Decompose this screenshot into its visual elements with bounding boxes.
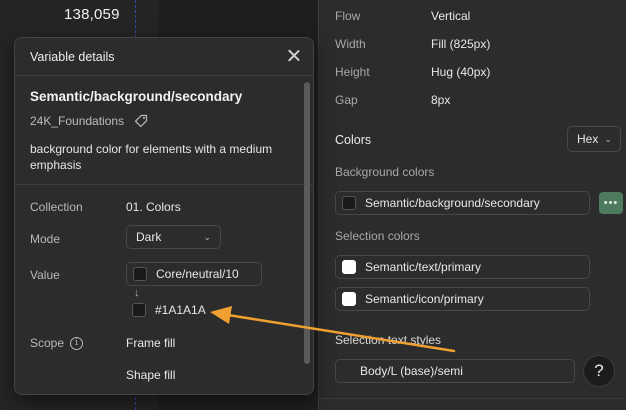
flow-value[interactable]: Vertical bbox=[431, 9, 470, 23]
library-name: 24K_Foundations bbox=[30, 114, 148, 128]
color-format-select[interactable]: Hex ⌄ bbox=[567, 126, 621, 152]
collection-label: Collection bbox=[30, 200, 83, 214]
dialog-header: Variable details bbox=[15, 38, 313, 76]
selection-colors-title: Selection colors bbox=[335, 229, 420, 243]
info-icon[interactable]: i bbox=[70, 336, 84, 350]
alias-value-text: Core/neutral/10 bbox=[156, 267, 239, 281]
selection-color-name: Semantic/text/primary bbox=[365, 260, 482, 274]
dialog-title: Variable details bbox=[30, 50, 115, 64]
design-properties-panel: Flow Vertical Width Fill (825px) Height … bbox=[318, 0, 626, 410]
gap-value[interactable]: 8px bbox=[431, 93, 450, 107]
height-label: Height bbox=[335, 65, 370, 79]
color-swatch bbox=[342, 260, 356, 274]
more-icon: ••• bbox=[603, 197, 619, 209]
chevron-down-icon: ⌄ bbox=[604, 133, 612, 144]
gap-label: Gap bbox=[335, 93, 358, 107]
color-format-value: Hex bbox=[577, 132, 599, 146]
color-swatch bbox=[342, 292, 356, 306]
scope-label-text: Scope bbox=[30, 336, 65, 350]
mode-value: Dark bbox=[136, 230, 162, 244]
color-swatch bbox=[342, 196, 356, 210]
tag-icon[interactable] bbox=[134, 114, 148, 128]
canvas-number-text: 138,059 bbox=[64, 6, 120, 23]
dialog-scrollbar[interactable] bbox=[304, 82, 310, 364]
height-value[interactable]: Hug (40px) bbox=[431, 65, 490, 79]
library-name-text: 24K_Foundations bbox=[30, 114, 125, 128]
arrow-down-icon: ↓ bbox=[134, 287, 140, 299]
scope-frame-fill: Frame fill bbox=[126, 336, 176, 350]
flow-label: Flow bbox=[335, 9, 361, 23]
help-icon: ? bbox=[594, 361, 604, 380]
colors-section-title: Colors bbox=[335, 133, 372, 147]
background-color-name: Semantic/background/secondary bbox=[365, 196, 540, 210]
divider bbox=[319, 398, 626, 399]
selection-color-text-primary[interactable]: Semantic/text/primary bbox=[335, 255, 590, 279]
scope-label: Scope i bbox=[30, 336, 84, 350]
width-label: Width bbox=[335, 37, 366, 51]
close-icon[interactable] bbox=[285, 47, 303, 65]
color-swatch bbox=[133, 267, 147, 281]
variable-details-dialog: Variable details Semantic/background/sec… bbox=[14, 37, 314, 395]
alias-value-field[interactable]: Core/neutral/10 bbox=[126, 262, 262, 286]
mode-label: Mode bbox=[30, 232, 61, 246]
text-style-name: Body/L (base)/semi bbox=[360, 364, 463, 378]
chevron-down-icon: ⌄ bbox=[203, 231, 211, 242]
more-options-button[interactable]: ••• bbox=[599, 192, 623, 214]
help-button[interactable]: ? bbox=[583, 355, 615, 387]
selection-color-name: Semantic/icon/primary bbox=[365, 292, 484, 306]
collection-value: 01. Colors bbox=[126, 200, 181, 214]
background-color-style[interactable]: Semantic/background/secondary bbox=[335, 191, 590, 215]
variable-name: Semantic/background/secondary bbox=[30, 89, 243, 104]
variable-description: background color for elements with a med… bbox=[30, 142, 273, 172]
value-label: Value bbox=[30, 268, 60, 282]
selection-color-icon-primary[interactable]: Semantic/icon/primary bbox=[335, 287, 590, 311]
mode-select[interactable]: Dark ⌄ bbox=[126, 225, 221, 249]
color-swatch bbox=[132, 303, 146, 317]
width-value[interactable]: Fill (825px) bbox=[431, 37, 490, 51]
selection-text-styles-title: Selection text styles bbox=[335, 333, 442, 347]
background-colors-title: Background colors bbox=[335, 165, 435, 179]
resolved-hex-text: #1A1A1A bbox=[155, 303, 206, 317]
resolved-hex-value: #1A1A1A bbox=[132, 303, 206, 317]
divider bbox=[15, 184, 313, 185]
scope-shape-fill: Shape fill bbox=[126, 368, 176, 382]
text-style-item[interactable]: Body/L (base)/semi bbox=[335, 359, 575, 383]
